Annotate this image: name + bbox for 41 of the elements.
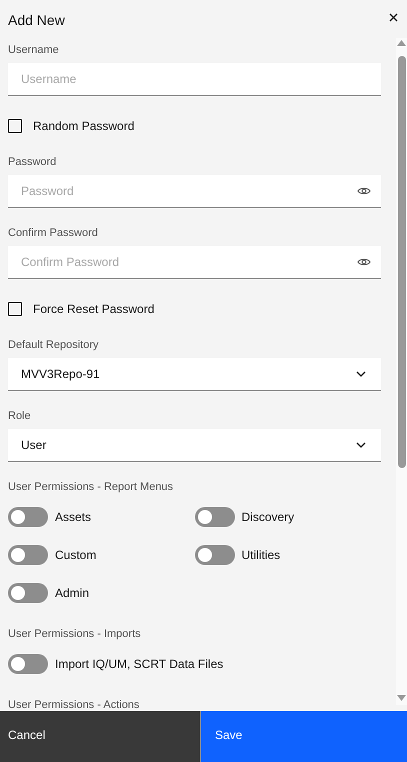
toggle-switch[interactable] — [8, 545, 48, 565]
input-field[interactable]: Username — [8, 63, 381, 96]
scroll-up-arrow-icon[interactable] — [397, 40, 406, 46]
close-icon — [388, 12, 398, 22]
scrollbar[interactable] — [396, 38, 407, 705]
password-field[interactable]: Confirm Password — [8, 246, 381, 279]
close-button[interactable] — [388, 12, 398, 22]
checkbox[interactable] — [8, 119, 22, 133]
toggle-switch[interactable] — [8, 583, 48, 603]
checkbox-label: Random Password — [33, 118, 134, 135]
dialog-title: Add New — [8, 11, 65, 29]
field-label: Confirm Password — [8, 226, 99, 240]
dropdown[interactable]: User — [8, 429, 381, 462]
toggle-label: Utilities — [242, 547, 280, 564]
field-label: Username — [8, 43, 60, 57]
toggle-switch[interactable] — [194, 545, 234, 565]
toggle-switch[interactable] — [8, 507, 48, 527]
checkbox-label: Force Reset Password — [33, 301, 154, 318]
chevron-down-icon — [356, 371, 366, 377]
dropdown[interactable]: MVV3Repo-91 — [8, 358, 381, 391]
toggle-switch[interactable] — [8, 654, 48, 674]
eye-icon[interactable] — [357, 257, 371, 267]
checkbox[interactable] — [8, 302, 22, 316]
eye-icon[interactable] — [357, 186, 371, 196]
field-label: Default Repository — [8, 338, 100, 352]
toggle-switch[interactable] — [194, 507, 234, 527]
cancel-button[interactable]: Cancel — [0, 711, 201, 762]
save-button[interactable]: Save — [201, 711, 407, 762]
toggle-label: Admin — [55, 585, 90, 602]
field-label: User Permissions - Actions — [8, 698, 140, 711]
scroll-down-arrow-icon[interactable] — [397, 695, 406, 701]
field-label: Role — [8, 409, 32, 423]
toggle-label: Assets — [55, 509, 92, 526]
toggle-label: Discovery — [242, 509, 294, 526]
field-label: User Permissions - Imports — [8, 627, 142, 641]
password-field[interactable]: Password — [8, 175, 381, 208]
toggle-label: Import IQ/UM, SCRT Data Files — [55, 656, 224, 673]
field-label: User Permissions - Report Menus — [8, 480, 174, 494]
chevron-down-icon — [356, 442, 366, 448]
field-label: Password — [8, 155, 58, 169]
toggle-label: Custom — [55, 547, 96, 564]
